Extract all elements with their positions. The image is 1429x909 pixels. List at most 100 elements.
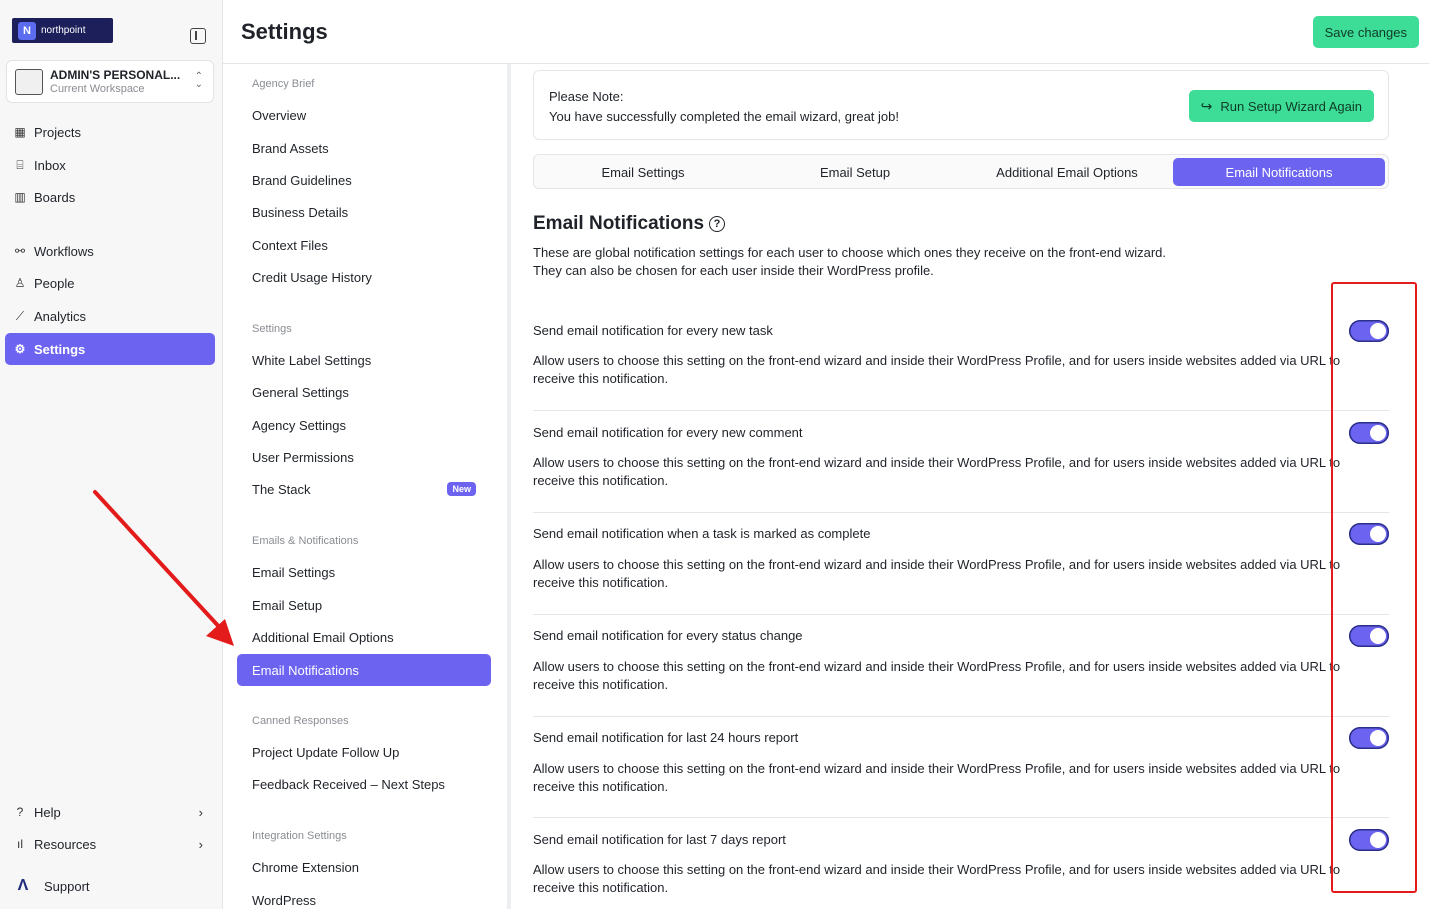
subnav-item-agency-settings[interactable]: Agency Settings [237,409,491,441]
subnav-item-label: The Stack [252,481,311,497]
help-circle-icon[interactable]: ? [709,216,726,232]
chevron-right-icon: › [198,804,203,820]
gear-icon: ⚙ [14,342,26,356]
nav-inbox[interactable]: ⌸ Inbox [5,149,215,181]
tab-email-setup[interactable]: Email Setup [749,158,961,186]
notification-title: Send email notification when a task is m… [533,526,871,541]
notification-description: Allow users to choose this setting on th… [533,557,1341,590]
note-text: You have successfully completed the emai… [549,109,899,124]
subnav-item-wordpress[interactable]: WordPress [237,884,491,909]
settings-subnav: Agency Brief Overview Brand Assets Brand… [223,64,510,909]
support-logo-icon: Λ [17,877,29,894]
subnav-heading: Canned Responses [252,715,349,727]
subnav-heading: Settings [252,323,292,335]
nav-settings[interactable]: ⚙ Settings [5,333,215,365]
nav-label: Support [44,878,90,894]
nav-label: Settings [34,341,86,357]
nav-label: Resources [34,836,97,852]
help-icon: ? [16,805,24,819]
nav-label: Projects [34,124,81,140]
notification-toggle[interactable] [1349,320,1389,342]
nav-support[interactable]: Λ Support [5,870,215,902]
notification-title: Send email notification for every new co… [533,425,803,440]
subnav-item-project-update-follow-up[interactable]: Project Update Follow Up [237,736,491,768]
subnav-item-feedback-received[interactable]: Feedback Received – Next Steps [237,768,491,800]
subnav-item-the-stack[interactable]: The Stack New [237,473,491,505]
nav-label: Help [34,804,61,820]
notification-toggle[interactable] [1349,422,1389,444]
app-logo[interactable]: N northpoint [12,18,113,43]
subnav-item-email-notifications[interactable]: Email Notifications [237,654,491,686]
chevron-updown-icon: ⌃ ⌄ [194,71,203,90]
grid-icon: ▦ [14,125,26,139]
subnav-item-additional-email-options[interactable]: Additional Email Options [237,621,491,653]
note-title: Please Note: [549,89,624,104]
nav-projects[interactable]: ▦ Projects [5,116,215,148]
workspace-switcher[interactable]: ADMIN'S PERSONAL... Current Workspace ⌃ ⌄ [6,60,214,103]
row-divider [533,614,1389,615]
chevron-right-icon: › [198,836,203,852]
nav-label: Inbox [34,157,66,173]
bar-chart-icon: ıl [17,837,23,851]
notification-title: Send email notification for every new ta… [533,323,773,338]
notification-description: Allow users to choose this setting on th… [533,761,1341,794]
subnav-scrollbar[interactable] [507,64,511,909]
section-description: These are global notification settings f… [533,245,1167,260]
row-divider [533,410,1389,411]
nav-label: Workflows [34,243,94,259]
row-divider [533,716,1389,717]
subnav-item-email-setup[interactable]: Email Setup [237,589,491,621]
subnav-item-business-details[interactable]: Business Details [237,196,491,228]
subnav-item-overview[interactable]: Overview [237,99,491,131]
collapse-sidebar-icon[interactable] [190,28,206,44]
subnav-item-email-settings[interactable]: Email Settings [237,556,491,588]
notification-toggle[interactable] [1349,523,1389,545]
notification-title: Send email notification for every status… [533,628,803,643]
subnav-item-context-files[interactable]: Context Files [237,229,491,261]
tab-additional-email-options[interactable]: Additional Email Options [961,158,1173,186]
subnav-item-user-permissions[interactable]: User Permissions [237,441,491,473]
nav-people[interactable]: ♙ People [5,267,215,299]
tab-email-notifications[interactable]: Email Notifications [1173,158,1385,186]
chart-icon: ⟋ [15,308,25,323]
tab-email-settings[interactable]: Email Settings [537,158,749,186]
subnav-item-white-label-settings[interactable]: White Label Settings [237,344,491,376]
nav-label: Boards [34,189,76,205]
notification-description: Allow users to choose this setting on th… [533,455,1341,488]
notification-description: Allow users to choose this setting on th… [533,353,1341,386]
page-title: Settings [241,19,328,44]
notification-title: Send email notification for last 24 hour… [533,730,799,745]
subnav-item-credit-usage-history[interactable]: Credit Usage History [237,261,491,293]
subnav-heading: Integration Settings [252,830,347,842]
nav-help[interactable]: ? Help › [5,796,215,828]
nav-boards[interactable]: ▥ Boards [5,181,215,213]
save-changes-button[interactable]: Save changes [1312,16,1419,48]
top-bar: Settings Save changes [223,0,1429,64]
workspace-avatar [15,69,43,95]
wizard-button-label: Run Setup Wizard Again [1220,98,1362,114]
section-title: Email Notifications ? [533,213,726,235]
workspace-name: ADMIN'S PERSONAL... [50,68,181,82]
subnav-item-chrome-extension[interactable]: Chrome Extension [237,851,491,883]
subnav-item-brand-assets[interactable]: Brand Assets [237,132,491,164]
notification-toggle[interactable] [1349,727,1389,749]
subnav-heading: Agency Brief [252,78,315,90]
notification-description: Allow users to choose this setting on th… [533,862,1341,895]
notification-title: Send email notification for last 7 days … [533,832,786,847]
notification-description: Allow users to choose this setting on th… [533,659,1341,692]
subnav-item-general-settings[interactable]: General Settings [237,376,491,408]
subnav-heading: Emails & Notifications [252,535,359,547]
board-icon: ▥ [14,190,26,204]
run-setup-wizard-button[interactable]: ↪ Run Setup Wizard Again [1188,90,1374,122]
notification-toggle[interactable] [1349,625,1389,647]
wizard-note: Please Note: You have successfully compl… [533,70,1389,140]
share-arrow-icon: ↪ [1200,97,1213,114]
person-icon: ♙ [14,276,26,290]
email-tabs: Email Settings Email Setup Additional Em… [533,154,1389,189]
subnav-item-brand-guidelines[interactable]: Brand Guidelines [237,164,491,196]
notification-toggle[interactable] [1349,829,1389,851]
nav-label: People [34,275,75,291]
nav-resources[interactable]: ıl Resources › [5,828,215,860]
nav-analytics[interactable]: ⟋ Analytics [5,300,215,332]
nav-workflows[interactable]: ⚯ Workflows [5,235,215,267]
